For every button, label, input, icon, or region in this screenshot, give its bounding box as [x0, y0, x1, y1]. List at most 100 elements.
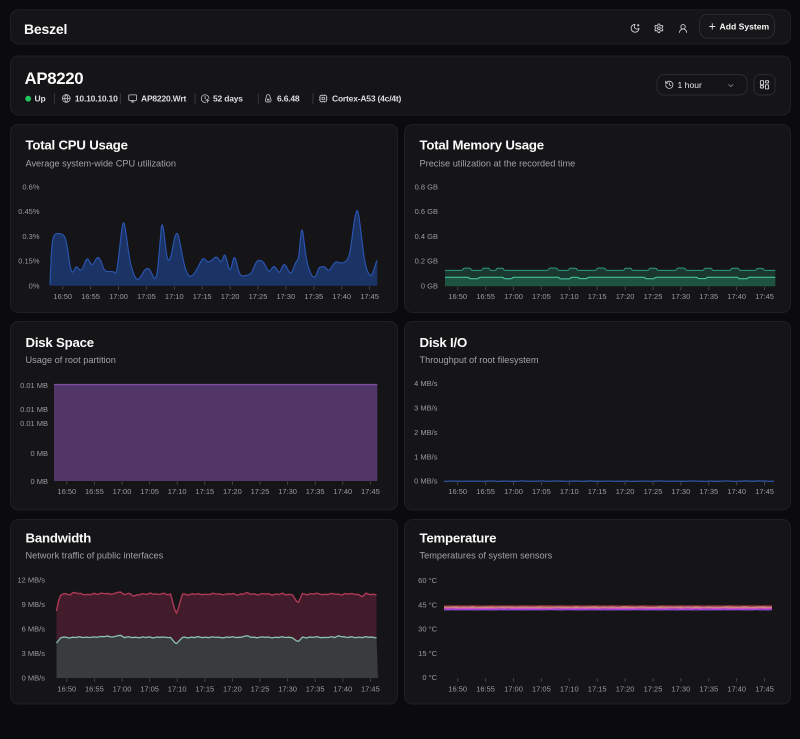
svg-text:17:00: 17:00 [113, 684, 132, 693]
svg-text:17:30: 17:30 [278, 684, 297, 693]
svg-text:Up: Up [35, 94, 46, 104]
svg-text:16:50: 16:50 [57, 684, 76, 693]
svg-text:17:10: 17:10 [560, 292, 579, 301]
svg-text:17:05: 17:05 [532, 292, 551, 301]
svg-text:Average system-wide CPU utiliz: Average system-wide CPU utilization [26, 159, 176, 169]
svg-text:15 °C: 15 °C [418, 649, 437, 658]
svg-text:17:40: 17:40 [727, 684, 746, 693]
svg-text:17:35: 17:35 [306, 684, 325, 693]
svg-text:17:35: 17:35 [306, 487, 325, 496]
svg-text:17:40: 17:40 [333, 684, 352, 693]
svg-text:AP8220: AP8220 [25, 69, 84, 88]
svg-text:Total CPU Usage: Total CPU Usage [26, 138, 128, 153]
svg-text:0 MB: 0 MB [30, 477, 48, 486]
svg-text:0.3%: 0.3% [22, 232, 39, 241]
svg-text:17:05: 17:05 [532, 684, 551, 693]
svg-text:16:50: 16:50 [57, 487, 76, 496]
svg-text:9 MB/s: 9 MB/s [22, 600, 46, 609]
svg-text:17:30: 17:30 [672, 684, 691, 693]
svg-text:17:25: 17:25 [251, 487, 270, 496]
svg-text:17:10: 17:10 [560, 684, 579, 693]
svg-text:16:50: 16:50 [448, 487, 467, 496]
svg-text:16:55: 16:55 [476, 684, 495, 693]
svg-text:17:25: 17:25 [249, 292, 268, 301]
svg-text:0.4 GB: 0.4 GB [415, 232, 438, 241]
svg-text:17:30: 17:30 [278, 487, 297, 496]
svg-text:0.01 MB: 0.01 MB [20, 405, 48, 414]
svg-text:17:45: 17:45 [361, 684, 380, 693]
svg-text:16:55: 16:55 [85, 487, 104, 496]
svg-text:30 °C: 30 °C [418, 625, 437, 634]
svg-text:10.10.10.10: 10.10.10.10 [75, 94, 118, 104]
svg-text:17:25: 17:25 [251, 684, 270, 693]
svg-text:17:40: 17:40 [333, 487, 352, 496]
svg-text:17:20: 17:20 [221, 292, 240, 301]
svg-text:0 MB: 0 MB [30, 449, 48, 458]
svg-text:17:35: 17:35 [699, 292, 718, 301]
svg-text:17:30: 17:30 [277, 292, 296, 301]
svg-text:17:20: 17:20 [616, 684, 635, 693]
svg-text:60 °C: 60 °C [418, 576, 437, 585]
svg-text:17:15: 17:15 [195, 684, 214, 693]
svg-text:Beszel: Beszel [24, 21, 67, 37]
svg-text:16:55: 16:55 [476, 292, 495, 301]
svg-text:6.6.48: 6.6.48 [277, 94, 300, 104]
svg-text:3 MB/s: 3 MB/s [414, 404, 438, 413]
svg-text:0.8 GB: 0.8 GB [415, 183, 438, 192]
svg-text:17:40: 17:40 [727, 292, 746, 301]
svg-text:17:35: 17:35 [304, 292, 323, 301]
svg-text:Usage of root partition: Usage of root partition [26, 355, 116, 365]
svg-text:17:45: 17:45 [361, 487, 380, 496]
svg-text:17:05: 17:05 [532, 487, 551, 496]
svg-text:0.2 GB: 0.2 GB [415, 257, 438, 266]
svg-text:0.01 MB: 0.01 MB [20, 419, 48, 428]
svg-text:0.6 GB: 0.6 GB [415, 207, 438, 216]
svg-text:Network traffic of public inte: Network traffic of public interfaces [26, 551, 164, 561]
svg-text:1 hour: 1 hour [678, 80, 703, 90]
svg-text:17:20: 17:20 [223, 487, 242, 496]
svg-text:17:15: 17:15 [195, 487, 214, 496]
svg-text:17:40: 17:40 [332, 292, 351, 301]
svg-text:16:50: 16:50 [53, 292, 72, 301]
svg-text:17:45: 17:45 [755, 292, 774, 301]
svg-text:0 GB: 0 GB [421, 281, 438, 290]
svg-text:Temperatures of system sensors: Temperatures of system sensors [420, 551, 553, 561]
svg-text:6 MB/s: 6 MB/s [22, 625, 46, 634]
svg-text:16:55: 16:55 [81, 292, 100, 301]
svg-text:Cortex-A53 (4c/4t): Cortex-A53 (4c/4t) [332, 94, 402, 104]
svg-text:Disk I/O: Disk I/O [420, 335, 468, 350]
svg-text:1 MB/s: 1 MB/s [414, 452, 438, 461]
svg-text:17:30: 17:30 [672, 292, 691, 301]
svg-text:Add System: Add System [720, 21, 770, 31]
svg-text:Disk Space: Disk Space [26, 335, 94, 350]
svg-text:16:55: 16:55 [476, 487, 495, 496]
svg-text:Bandwidth: Bandwidth [26, 531, 92, 546]
svg-text:17:30: 17:30 [672, 487, 691, 496]
svg-text:17:45: 17:45 [360, 292, 379, 301]
svg-text:17:15: 17:15 [193, 292, 212, 301]
svg-text:17:10: 17:10 [560, 487, 579, 496]
svg-text:0 MB/s: 0 MB/s [22, 674, 46, 683]
svg-text:17:10: 17:10 [165, 292, 184, 301]
svg-text:16:55: 16:55 [85, 684, 104, 693]
svg-text:12 MB/s: 12 MB/s [17, 576, 45, 585]
svg-text:17:00: 17:00 [504, 684, 523, 693]
svg-text:Throughput of root filesystem: Throughput of root filesystem [420, 355, 539, 365]
svg-text:17:40: 17:40 [727, 487, 746, 496]
svg-text:Precise utilization at the rec: Precise utilization at the recorded time [420, 159, 576, 169]
svg-text:17:10: 17:10 [168, 684, 187, 693]
svg-text:17:15: 17:15 [588, 487, 607, 496]
svg-text:Total Memory Usage: Total Memory Usage [420, 138, 544, 153]
svg-text:17:00: 17:00 [504, 292, 523, 301]
svg-text:17:25: 17:25 [644, 487, 663, 496]
svg-text:0.01 MB: 0.01 MB [20, 381, 48, 390]
svg-text:17:45: 17:45 [755, 684, 774, 693]
svg-text:17:35: 17:35 [699, 684, 718, 693]
svg-text:16:50: 16:50 [448, 292, 467, 301]
svg-text:0 °C: 0 °C [422, 673, 437, 682]
svg-text:2 MB/s: 2 MB/s [414, 428, 438, 437]
svg-text:3 MB/s: 3 MB/s [22, 649, 46, 658]
svg-text:AP8220.Wrt: AP8220.Wrt [141, 94, 186, 104]
svg-text:Temperature: Temperature [420, 531, 497, 546]
svg-text:0.15%: 0.15% [18, 257, 40, 266]
